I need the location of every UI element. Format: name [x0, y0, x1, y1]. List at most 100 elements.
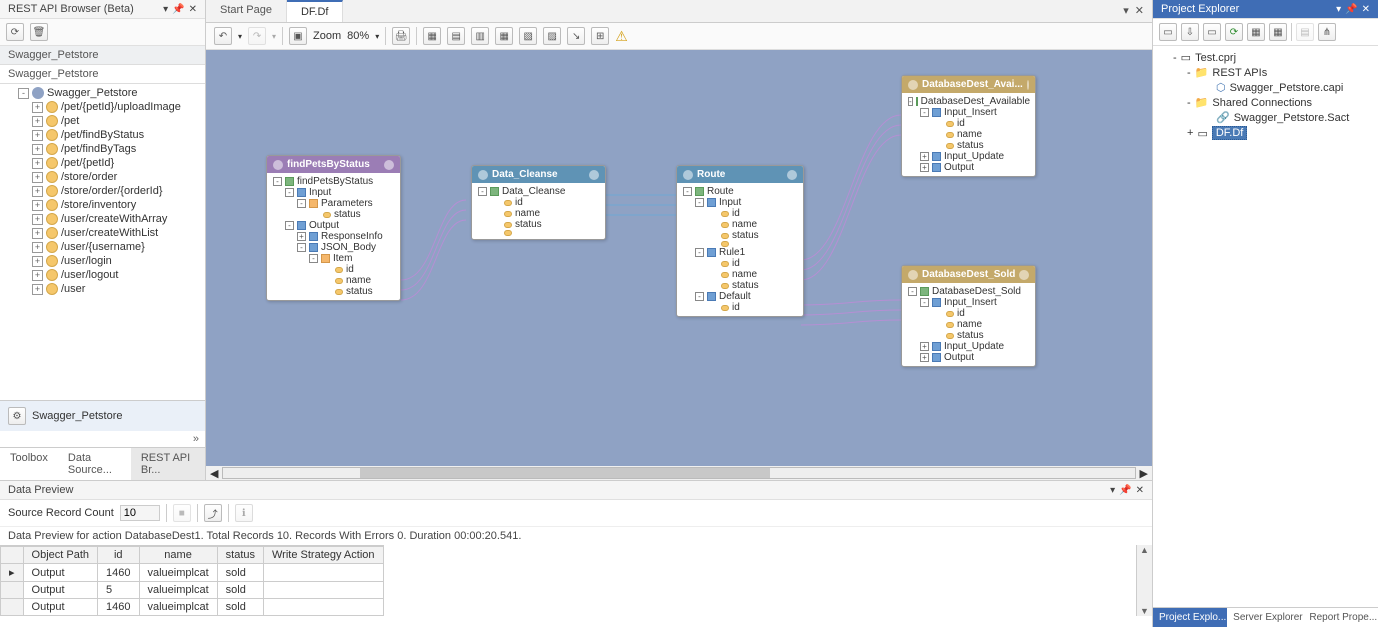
expand-icon[interactable]: -	[908, 97, 913, 106]
field-label[interactable]: status	[732, 280, 759, 291]
expand-icon[interactable]: -	[285, 221, 294, 230]
layout-btn-5[interactable]: ▧	[519, 27, 537, 45]
connector-button[interactable]: ↘	[567, 27, 585, 45]
layout-btn-6[interactable]: ▨	[543, 27, 561, 45]
endpoint-item[interactable]: /store/inventory	[61, 199, 136, 211]
field-label[interactable]: Output	[944, 352, 974, 363]
grid-vscroll[interactable]: ▲▼	[1136, 545, 1152, 616]
collapse-icon[interactable]	[384, 160, 394, 170]
cell[interactable]: Output	[23, 599, 97, 616]
expand-icon[interactable]: +	[32, 228, 43, 239]
expand-icon[interactable]: -	[908, 287, 917, 296]
field-label[interactable]: Default	[719, 291, 751, 302]
expand-icon[interactable]: -	[683, 187, 692, 196]
expand-icon[interactable]: +	[920, 163, 929, 172]
chevron-indicator[interactable]: »	[0, 431, 205, 447]
endpoint-item[interactable]: /user/createWithArray	[61, 213, 167, 225]
endpoint-item[interactable]: /user/createWithList	[61, 227, 158, 239]
col-header[interactable]: Write Strategy Action	[264, 547, 384, 564]
close-icon[interactable]: ✕	[189, 4, 197, 15]
expand-icon[interactable]: +	[32, 172, 43, 183]
rtb-refresh[interactable]: ⟳	[1225, 23, 1243, 41]
collapse-icon[interactable]	[1019, 270, 1029, 280]
info-button[interactable]: ℹ	[235, 504, 253, 522]
count-input[interactable]	[120, 505, 160, 521]
expand-icon[interactable]: +	[1187, 127, 1193, 139]
expand-icon[interactable]: -	[920, 108, 929, 117]
tab-report-props[interactable]: Report Prope...	[1303, 608, 1378, 627]
field-label[interactable]: Input_Update	[944, 151, 1004, 162]
expand-icon[interactable]: -	[695, 248, 704, 257]
field-label[interactable]: name	[957, 129, 982, 140]
close-icon[interactable]: ✕	[1362, 4, 1370, 15]
field-label[interactable]: status	[515, 219, 542, 230]
field-label[interactable]: id	[732, 302, 740, 313]
expand-icon[interactable]: +	[920, 353, 929, 362]
cell[interactable]: Output	[23, 564, 97, 582]
item-sact[interactable]: Swagger_Petstore.Sact	[1234, 112, 1350, 124]
expand-icon[interactable]: +	[32, 130, 43, 141]
zoom-fit-button[interactable]: ▣	[289, 27, 307, 45]
field-label[interactable]: name	[515, 208, 540, 219]
expand-icon[interactable]: +	[32, 270, 43, 281]
row-selector[interactable]: ▸	[1, 564, 24, 582]
folder-shared-conn[interactable]: Shared Connections	[1212, 97, 1312, 109]
field-label[interactable]: status	[346, 286, 373, 297]
field-label[interactable]: JSON_Body	[321, 242, 376, 253]
tab-rest-api[interactable]: REST API Br...	[131, 448, 205, 480]
field-label[interactable]: status	[334, 209, 361, 220]
folder-rest-apis[interactable]: REST APIs	[1212, 67, 1267, 79]
cell[interactable]: sold	[217, 564, 263, 582]
layout-btn-3[interactable]: ▥	[471, 27, 489, 45]
field-label[interactable]: Rule1	[719, 247, 745, 258]
zoom-value[interactable]: 80%	[347, 30, 369, 42]
layout-btn-2[interactable]: ▤	[447, 27, 465, 45]
cell[interactable]: Output	[23, 582, 97, 599]
settings-icon[interactable]: ⚙	[8, 407, 26, 425]
field-label[interactable]: Input	[309, 187, 331, 198]
redo-button[interactable]: ↷	[248, 27, 266, 45]
refresh-button[interactable]: ⟳	[6, 23, 24, 41]
field-label[interactable]: Output	[944, 162, 974, 173]
cell[interactable]: 5	[98, 582, 139, 599]
field-label[interactable]: Data_Cleanse	[502, 186, 565, 197]
preview-grid[interactable]: Object PathidnamestatusWrite Strategy Ac…	[0, 545, 384, 616]
cell[interactable]: 1460	[98, 564, 139, 582]
cell[interactable]: valueimplcat	[139, 564, 217, 582]
expand-icon[interactable]: -	[478, 187, 487, 196]
expand-icon[interactable]: -	[285, 188, 294, 197]
field-label[interactable]: findPetsByStatus	[297, 176, 373, 187]
endpoint-item[interactable]: /user	[61, 283, 85, 295]
field-label[interactable]: Parameters	[321, 198, 373, 209]
pin-icon[interactable]: 📌	[172, 4, 184, 15]
expand-icon[interactable]: +	[32, 200, 43, 211]
cell[interactable]: sold	[217, 582, 263, 599]
delete-button[interactable]: 🗑	[30, 23, 48, 41]
tab-dfdf[interactable]: DF.Df	[287, 0, 344, 22]
field-label[interactable]: Input	[719, 197, 741, 208]
endpoint-item[interactable]: /pet/findByStatus	[61, 129, 144, 141]
collapse-icon[interactable]	[589, 170, 599, 180]
pin-icon[interactable]: 📌	[1119, 485, 1131, 496]
row-selector[interactable]	[1, 582, 24, 599]
field-label[interactable]: Route	[707, 186, 734, 197]
undo-button[interactable]: ↶	[214, 27, 232, 45]
expand-icon[interactable]: -	[297, 199, 306, 208]
expand-icon[interactable]: +	[32, 284, 43, 295]
col-header[interactable]: id	[98, 547, 139, 564]
rtb-8[interactable]: ⋔	[1318, 23, 1336, 41]
dropdown-icon[interactable]: ▾	[1110, 485, 1115, 496]
expand-icon[interactable]: +	[32, 186, 43, 197]
endpoint-tree[interactable]: -Swagger_Petstore +/pet/{petId}/uploadIm…	[0, 84, 205, 400]
node-dbdest-sold[interactable]: DatabaseDest_Sold -DatabaseDest_Sold-Inp…	[901, 265, 1036, 367]
expand-icon[interactable]: -	[1173, 52, 1177, 64]
rtb-6[interactable]: ▦	[1269, 23, 1287, 41]
row-selector[interactable]	[1, 599, 24, 616]
tab-toolbox[interactable]: Toolbox	[0, 448, 58, 480]
field-label[interactable]: status	[957, 140, 984, 151]
field-label[interactable]: name	[957, 319, 982, 330]
field-label[interactable]: Input_Update	[944, 341, 1004, 352]
endpoint-item[interactable]: /pet/findByTags	[61, 143, 136, 155]
col-header[interactable]: status	[217, 547, 263, 564]
field-label[interactable]: status	[957, 330, 984, 341]
